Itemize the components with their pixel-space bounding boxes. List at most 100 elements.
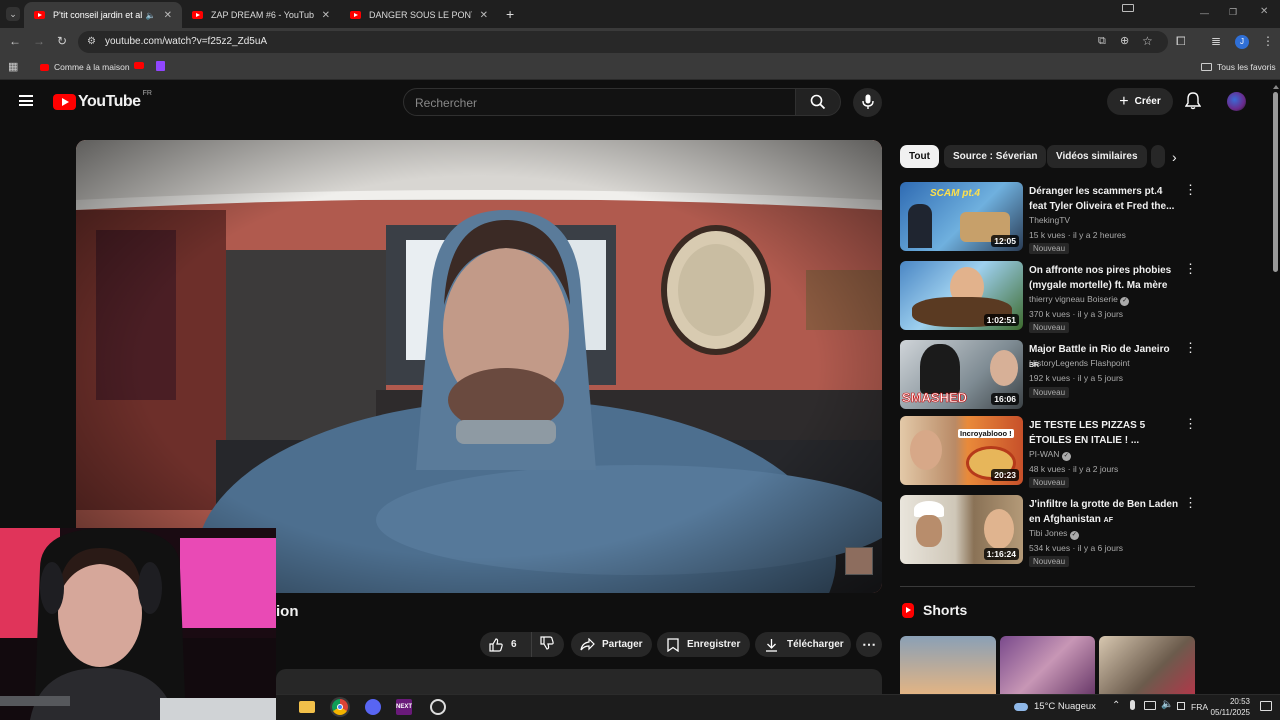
all-bookmarks[interactable]: Tous les favoris — [1201, 62, 1276, 72]
extensions-icon[interactable]: ⧠ — [1176, 35, 1186, 47]
upload-age: il y a 2 heures — [1072, 230, 1126, 240]
bookmark-icon — [667, 637, 679, 652]
save-button[interactable]: Enregistrer — [657, 632, 750, 657]
short-thumbnail-1[interactable] — [900, 636, 996, 694]
download-button[interactable]: Télécharger — [755, 632, 851, 657]
more-actions-button[interactable]: ⋯ — [856, 632, 882, 657]
cast-icon[interactable] — [1122, 4, 1134, 12]
obs-taskbar-icon[interactable] — [430, 699, 446, 715]
channel-label: thierry vigneau Boiserie — [1029, 294, 1118, 304]
clock[interactable]: 20:53 05/11/2025 — [1194, 696, 1250, 718]
page-scrollbar[interactable] — [1271, 82, 1280, 694]
bookmark-home[interactable]: Comme à la maison — [40, 62, 130, 72]
more-vert-icon[interactable]: ⋮ — [1184, 183, 1197, 196]
channel-watermark[interactable] — [845, 547, 873, 575]
close-tab-icon[interactable]: ✕ — [164, 10, 172, 21]
video-thumbnail[interactable]: 1:16:24 — [900, 495, 1023, 564]
new-tab-icon[interactable]: + — [506, 6, 514, 22]
chrome-taskbar-icon[interactable] — [332, 699, 348, 715]
related-video-4[interactable]: Incroyablooo ! 20:23 JE TESTE LES PIZZAS… — [900, 416, 1200, 488]
chrome-menu-icon[interactable]: ⋮ — [1262, 35, 1274, 47]
notifications-bell-icon[interactable] — [1185, 92, 1201, 110]
upload-age: il y a 6 jours — [1077, 543, 1124, 553]
video-thumbnail[interactable]: Incroyablooo ! 20:23 — [900, 416, 1023, 485]
description-box[interactable] — [276, 669, 882, 694]
video-title[interactable]: Déranger les scammers pt.4 feat Tyler Ol… — [1029, 184, 1179, 214]
video-title[interactable]: On affronte nos pires phobies (mygale mo… — [1029, 263, 1179, 293]
back-icon[interactable]: ← — [9, 35, 21, 47]
window-close-icon[interactable]: ✕ — [1260, 6, 1268, 17]
channel-name[interactable]: thierry vigneau Boiserie ✓ — [1029, 294, 1130, 306]
thumbnail-caption: Incroyablooo ! — [958, 429, 1014, 438]
share-button[interactable]: Partager — [571, 632, 652, 657]
more-vert-icon[interactable]: ⋮ — [1184, 417, 1197, 430]
related-video-1[interactable]: SCAM pt.4 12:05 Déranger les scammers pt… — [900, 182, 1200, 254]
related-video-3[interactable]: SMASHED 16:06 Major Battle in Rio de Jan… — [900, 340, 1200, 412]
close-tab-icon[interactable]: ✕ — [480, 10, 488, 21]
close-tab-icon[interactable]: ✕ — [322, 10, 330, 21]
chip-source[interactable]: Source : Séverian — [944, 145, 1047, 168]
tab-search-icon[interactable]: ⌄ — [6, 7, 20, 21]
more-vert-icon[interactable]: ⋮ — [1184, 496, 1197, 509]
channel-name[interactable]: ThekingTV — [1029, 215, 1070, 225]
chevron-right-icon[interactable]: › — [1172, 149, 1177, 165]
dislike-button[interactable] — [532, 636, 554, 653]
app-taskbar-icon[interactable] — [365, 699, 381, 715]
network-icon[interactable] — [1144, 701, 1156, 710]
voice-search-button[interactable] — [853, 88, 882, 117]
apps-grid-icon[interactable]: ▦ — [8, 60, 18, 73]
video-title[interactable]: JE TESTE LES PIZZAS 5 ÉTOILES EN ITALIE … — [1029, 418, 1179, 448]
windows-taskbar: NEXT 15°C Nuageux ⌃ 🔈 FRA 20:53 05/11/20… — [276, 694, 1280, 720]
video-player[interactable] — [76, 140, 882, 593]
chip-similar[interactable]: Vidéos similaires — [1047, 145, 1147, 168]
install-icon[interactable]: ⧉ — [1098, 35, 1106, 48]
youtube-logo[interactable]: YouTube FR — [53, 90, 152, 111]
channel-name[interactable]: HistoryLegends Flashpoint — [1029, 358, 1130, 368]
video-thumbnail[interactable]: SCAM pt.4 12:05 — [900, 182, 1023, 251]
microphone-tray-icon[interactable] — [1130, 700, 1135, 710]
bookmark-youtube[interactable] — [134, 62, 144, 69]
weather-widget[interactable]: 15°C Nuageux — [1014, 701, 1096, 712]
profile-avatar[interactable]: J — [1235, 35, 1249, 49]
scrollbar-thumb[interactable] — [1273, 92, 1278, 272]
bookmark-twitch[interactable] — [156, 61, 165, 71]
chip-partial[interactable] — [1151, 145, 1165, 168]
more-vert-icon[interactable]: ⋮ — [1184, 341, 1197, 354]
battery-icon[interactable] — [1177, 702, 1185, 710]
browser-tab-2[interactable]: ZAP DREAM #6 - YouTube ✕ — [182, 2, 340, 28]
site-info-icon[interactable]: ⚙ — [87, 36, 96, 47]
reading-list-icon[interactable]: ≣ — [1211, 35, 1221, 47]
volume-icon[interactable]: 🔈 — [1161, 699, 1173, 710]
window-restore-icon[interactable]: ❐ — [1229, 7, 1237, 18]
kick-taskbar-icon[interactable]: NEXT — [396, 699, 412, 715]
create-button[interactable]: + Créer — [1107, 88, 1173, 115]
forward-icon[interactable]: → — [33, 35, 45, 47]
video-title[interactable]: J'infiltre la grotte de Ben Laden en Afg… — [1029, 497, 1179, 528]
reload-icon[interactable]: ↻ — [57, 35, 67, 47]
related-video-5[interactable]: 1:16:24 J'infiltre la grotte de Ben Lade… — [900, 495, 1200, 567]
tray-chevron-icon[interactable]: ⌃ — [1112, 700, 1120, 711]
video-thumbnail[interactable]: SMASHED 16:06 — [900, 340, 1023, 409]
window-minimize-icon[interactable]: — — [1200, 8, 1209, 18]
like-button[interactable]: 6 — [480, 632, 532, 657]
more-vert-icon[interactable]: ⋮ — [1184, 262, 1197, 275]
video-thumbnail[interactable]: 1:02:51 — [900, 261, 1023, 330]
account-avatar[interactable] — [1227, 92, 1246, 111]
notification-center-icon[interactable] — [1260, 701, 1272, 711]
short-thumbnail-2[interactable] — [1000, 636, 1095, 694]
channel-name[interactable]: Tibi Jones ✓ — [1029, 528, 1079, 540]
bookmark-star-icon[interactable]: ☆ — [1142, 34, 1153, 48]
search-button[interactable] — [795, 88, 841, 116]
channel-name[interactable]: PI-WAN ✓ — [1029, 449, 1071, 461]
file-explorer-icon[interactable] — [299, 701, 315, 713]
search-input[interactable]: Rechercher — [403, 88, 796, 116]
related-video-2[interactable]: 1:02:51 On affronte nos pires phobies (m… — [900, 261, 1200, 333]
chip-all[interactable]: Tout — [900, 145, 939, 168]
scrollbar-up-arrow[interactable] — [1273, 85, 1279, 89]
hamburger-menu-icon[interactable] — [19, 95, 33, 106]
address-bar[interactable]: ⚙ youtube.com/watch?v=f25z2_Zd5uA ⧉ ⊕ ☆ — [78, 31, 1168, 53]
short-thumbnail-3[interactable] — [1099, 636, 1195, 694]
browser-tab-1[interactable]: P'tit conseil jardin et alimentation 🔈 ✕ — [24, 2, 182, 28]
browser-tab-3[interactable]: DANGER SOUS LE PONT DU CHANTIER ✕ — [340, 2, 498, 28]
zoom-icon[interactable]: ⊕ — [1120, 34, 1129, 47]
